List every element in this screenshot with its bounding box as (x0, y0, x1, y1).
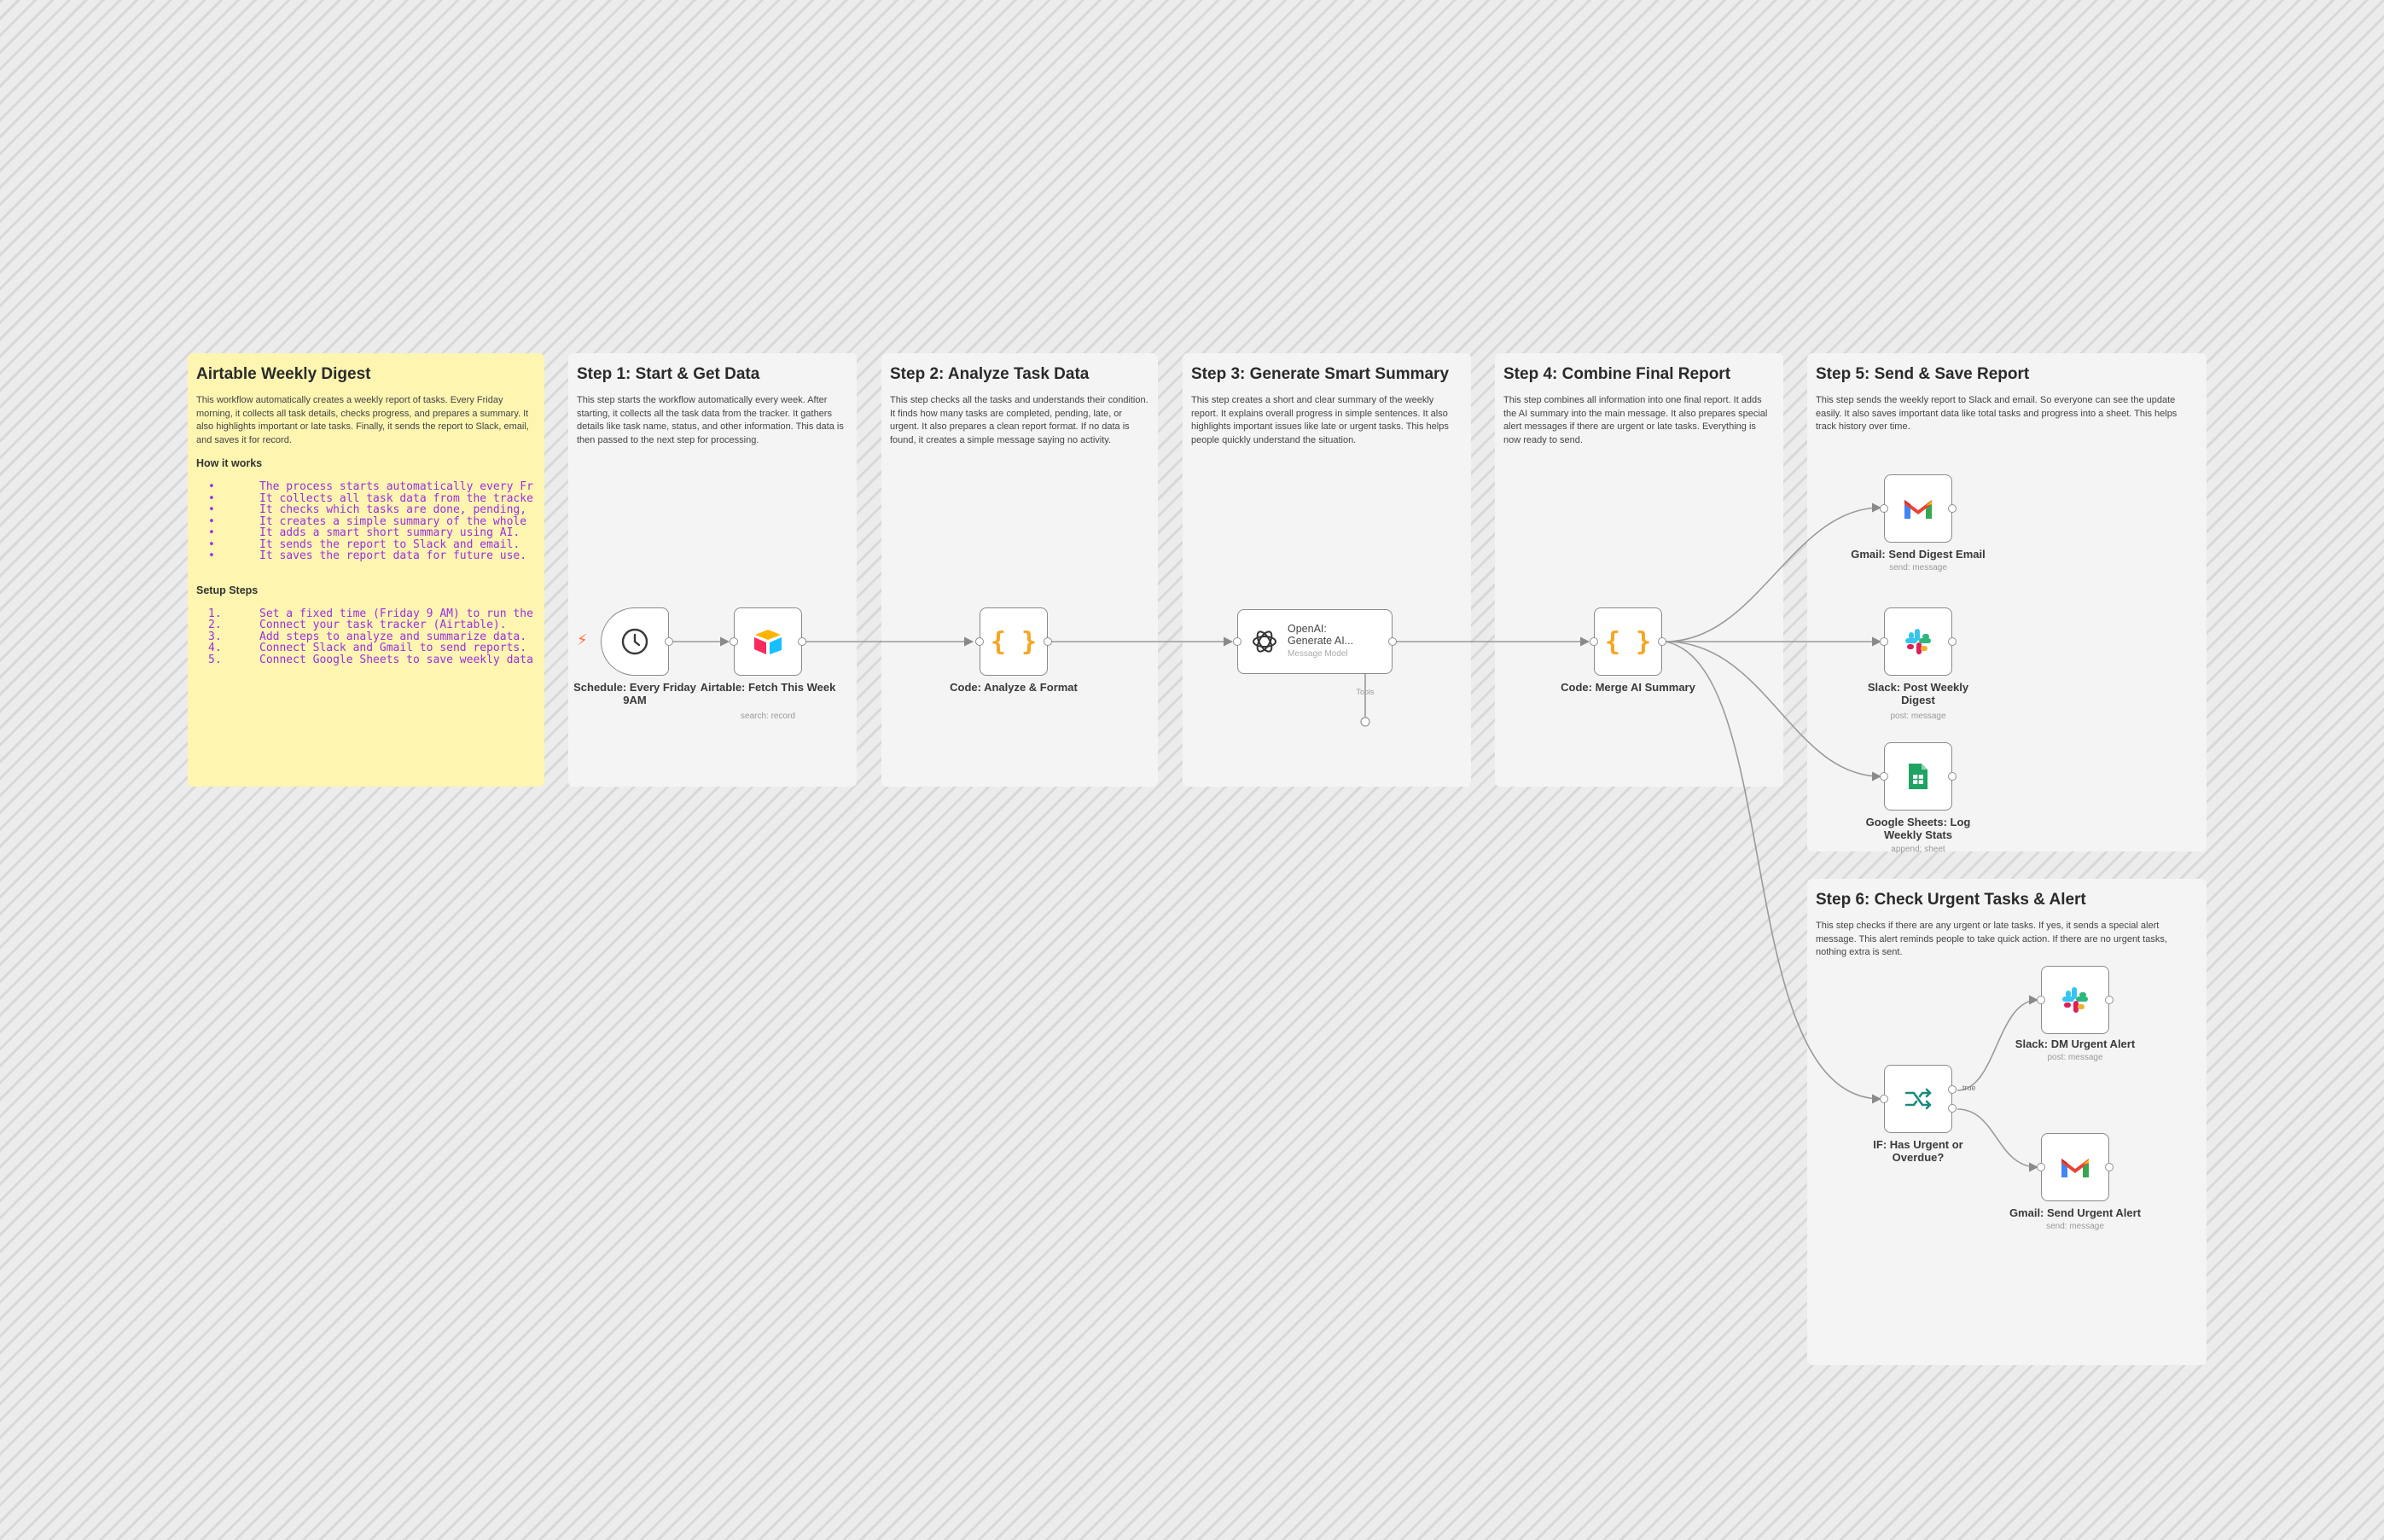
if-true-label: true (1962, 1084, 1976, 1092)
output-port[interactable] (1948, 504, 1957, 513)
output-port-false[interactable] (1948, 1104, 1957, 1113)
slack-icon (1905, 629, 1931, 654)
node-code-analyze[interactable]: { } (975, 607, 1052, 676)
openai-node-text: OpenAI: Generate AI... Message Model (1288, 623, 1353, 660)
output-port[interactable] (798, 637, 806, 646)
input-port[interactable] (1880, 772, 1888, 781)
node-sheets-log[interactable] (1880, 742, 1957, 811)
node-sub-airtable: search: record (741, 712, 795, 721)
node-gmail-urgent[interactable] (2037, 1133, 2114, 1201)
output-port[interactable] (1948, 637, 1957, 646)
node-sub-gmail-digest: send: message (1889, 563, 1947, 572)
if-branch-icon (1904, 1088, 1932, 1110)
output-port[interactable] (665, 637, 673, 646)
openai-icon (1253, 631, 1276, 653)
gmail-icon (2061, 1159, 2089, 1177)
node-gmail-digest[interactable] (1880, 474, 1957, 543)
node-code-merge[interactable]: { } (1590, 607, 1666, 676)
openai-sub: Message Model (1288, 649, 1348, 659)
node-openai-generate[interactable]: OpenAI: Generate AI... Message Model (1233, 609, 1397, 674)
node-if-urgent[interactable] (1880, 1065, 1957, 1133)
wire-merge-gmail (1665, 503, 1882, 642)
wire-merge-if (1665, 641, 1882, 1104)
code-braces-icon: { } (1604, 626, 1652, 657)
airtable-icon (754, 630, 782, 654)
connections-layer: Tools true (672, 503, 2039, 1172)
node-label-schedule: Schedule: Every Friday 9AM (573, 681, 696, 706)
node-slack-post[interactable] (1880, 607, 1957, 676)
input-port[interactable] (1590, 637, 1598, 646)
openai-label-line1: OpenAI: (1288, 623, 1327, 635)
node-sub-sheets-log: append: sheet (1891, 845, 1945, 854)
node-slack-dm[interactable] (2037, 966, 2114, 1034)
node-label-code-analyze: Code: Analyze & Format (950, 681, 1078, 694)
node-label-slack-post: Slack: Post Weekly Digest (1867, 681, 1969, 706)
output-port-true[interactable] (1948, 1085, 1957, 1094)
output-port[interactable] (1044, 637, 1052, 646)
node-label-gmail-urgent: Gmail: Send Urgent Alert (2009, 1206, 2142, 1219)
input-port[interactable] (1880, 637, 1888, 646)
output-port[interactable] (2105, 996, 2114, 1004)
workflow-canvas[interactable]: Airtable Weekly Digest This workflow aut… (0, 0, 2384, 1540)
node-label-slack-dm: Slack: DM Urgent Alert (2015, 1037, 2136, 1050)
input-port[interactable] (730, 637, 738, 646)
node-sub-slack-dm: post: message (2047, 1053, 2103, 1062)
output-port[interactable] (2105, 1163, 2114, 1171)
node-sub-slack-post: post: message (1890, 712, 1946, 721)
input-port[interactable] (975, 637, 984, 646)
openai-label-line2: Generate AI... (1288, 635, 1354, 647)
code-braces-icon: { } (990, 626, 1038, 657)
tools-connector-label: Tools (1356, 688, 1375, 696)
node-label-if-urgent: IF: Has Urgent or Overdue? (1873, 1138, 1963, 1164)
sheets-icon (1909, 764, 1928, 789)
node-label-gmail-digest: Gmail: Send Digest Email (1851, 548, 1986, 561)
node-sub-gmail-urgent: send: message (2046, 1222, 2104, 1231)
output-port[interactable] (1948, 772, 1957, 781)
node-label-code-merge: Code: Merge AI Summary (1561, 681, 1695, 694)
node-schedule-trigger[interactable] (601, 607, 673, 676)
trigger-bolt-icon: ⚡ (577, 631, 588, 648)
slack-icon (2062, 987, 2088, 1013)
input-port[interactable] (2037, 1163, 2045, 1171)
input-port[interactable] (1880, 1095, 1888, 1103)
input-port[interactable] (1233, 637, 1241, 646)
input-port[interactable] (2037, 996, 2045, 1004)
clock-icon (621, 628, 648, 655)
node-label-airtable: Airtable: Fetch This Week (700, 681, 836, 694)
output-port[interactable] (1658, 637, 1666, 646)
node-airtable-fetch[interactable] (730, 607, 806, 676)
node-label-sheets-log: Google Sheets: Log Weekly Stats (1865, 816, 1971, 841)
gmail-icon (1904, 500, 1932, 519)
output-port[interactable] (1388, 637, 1397, 646)
input-port[interactable] (1880, 504, 1888, 513)
